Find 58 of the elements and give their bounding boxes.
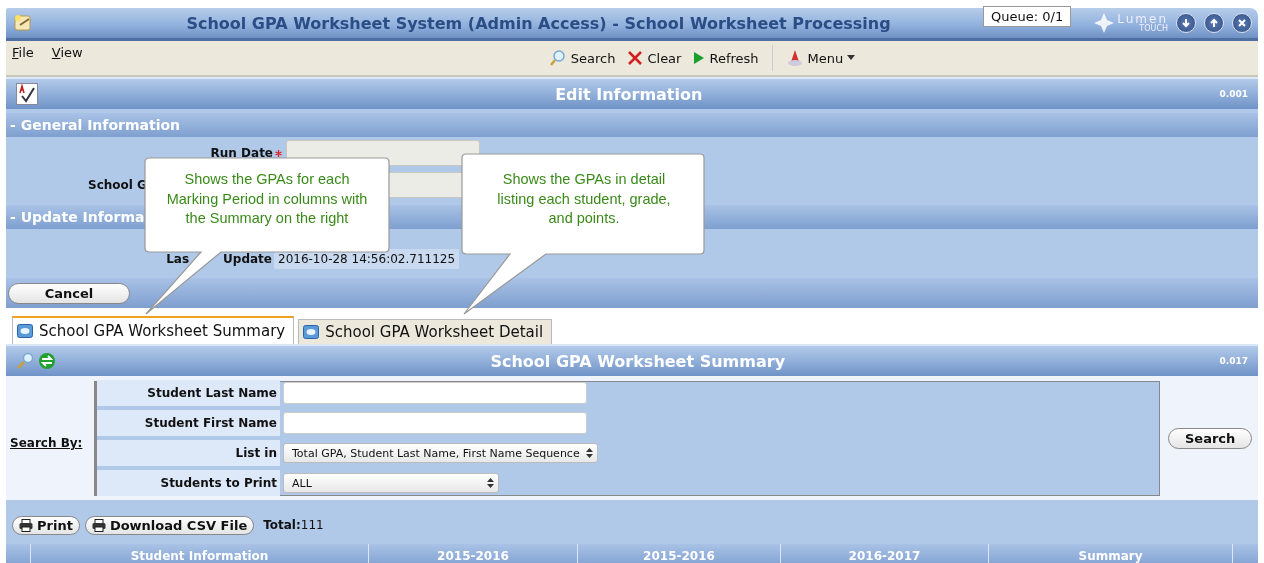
swap-icon[interactable] [38, 352, 56, 370]
notepad-icon [12, 13, 34, 33]
magnifier-icon[interactable] [16, 352, 34, 370]
menu-button[interactable]: Menu [782, 47, 859, 69]
dropdown[interactable]: ALL [283, 473, 499, 493]
field-label: Student First Name [97, 410, 280, 436]
field-label: List in [97, 440, 280, 466]
print-button[interactable]: Print [12, 515, 80, 535]
brand-name: Lumen [1117, 13, 1168, 25]
close-button[interactable] [1232, 13, 1252, 33]
clear-button[interactable]: Clear [624, 48, 685, 68]
timing-label: 0.001 [1219, 89, 1248, 99]
field-label: Las [166, 252, 190, 266]
cone-icon [785, 49, 804, 67]
minimize-button[interactable] [1176, 13, 1196, 33]
spellcheck-icon[interactable] [16, 83, 38, 105]
refresh-button[interactable]: Refresh [690, 48, 762, 68]
close-icon [1237, 18, 1247, 28]
window-title: School GPA Worksheet System (Admin Access) - School Worksheet Processing [185, 13, 892, 33]
input-field[interactable] [283, 382, 587, 404]
callout-text: Shows the GPAs in detail listing each student, grade, and points. [496, 170, 672, 229]
printer-icon [19, 518, 33, 532]
timing-label: 0.017 [1219, 356, 1248, 366]
document-icon [303, 325, 320, 339]
maximize-button[interactable] [1204, 13, 1224, 33]
down-arrow-icon [1181, 18, 1191, 28]
updown-arrow-icon [487, 478, 494, 488]
tab[interactable]: School GPA Worksheet Detail [298, 319, 553, 344]
cancel-button[interactable]: Cancel [8, 282, 130, 304]
menu-item[interactable]: View [51, 45, 83, 60]
total-label: Total: [263, 518, 301, 532]
input-field[interactable] [283, 412, 587, 434]
tab[interactable]: School GPA Worksheet Summary [12, 316, 295, 344]
print-button[interactable]: Download CSV File [84, 515, 255, 535]
dropdown[interactable]: Total GPA, Student Last Name, First Name Sequence [283, 443, 598, 463]
document-icon [17, 324, 33, 338]
field-label: Students to Print [97, 470, 280, 496]
search-button[interactable]: Search [1168, 427, 1253, 449]
up-arrow-icon [1209, 18, 1219, 28]
compass-icon [1093, 12, 1116, 34]
total-count: 111 [300, 518, 324, 532]
queue-status: Queue: 0/1 [983, 6, 1072, 27]
callout-text: Shows the GPAs for each Marking Period in columns with the Summary on the right [165, 170, 369, 229]
field-label: Update [223, 252, 272, 266]
updown-arrow-icon [585, 448, 593, 458]
search-by-label: Search By: [9, 436, 84, 450]
panel-title: School GPA Worksheet Summary [489, 351, 787, 371]
field-label: Run Date [210, 146, 273, 160]
play-icon [693, 51, 706, 65]
panel-title: Edit Information [554, 84, 704, 104]
brand-tagline: TOUCH [1139, 25, 1168, 33]
field-label: Student Last Name [97, 380, 280, 406]
search-button[interactable]: Search [545, 47, 619, 69]
search-icon [548, 49, 567, 67]
caret-icon [847, 55, 856, 61]
menu-item[interactable]: File [12, 45, 34, 60]
printer-icon [91, 518, 106, 532]
x-icon [627, 50, 644, 66]
